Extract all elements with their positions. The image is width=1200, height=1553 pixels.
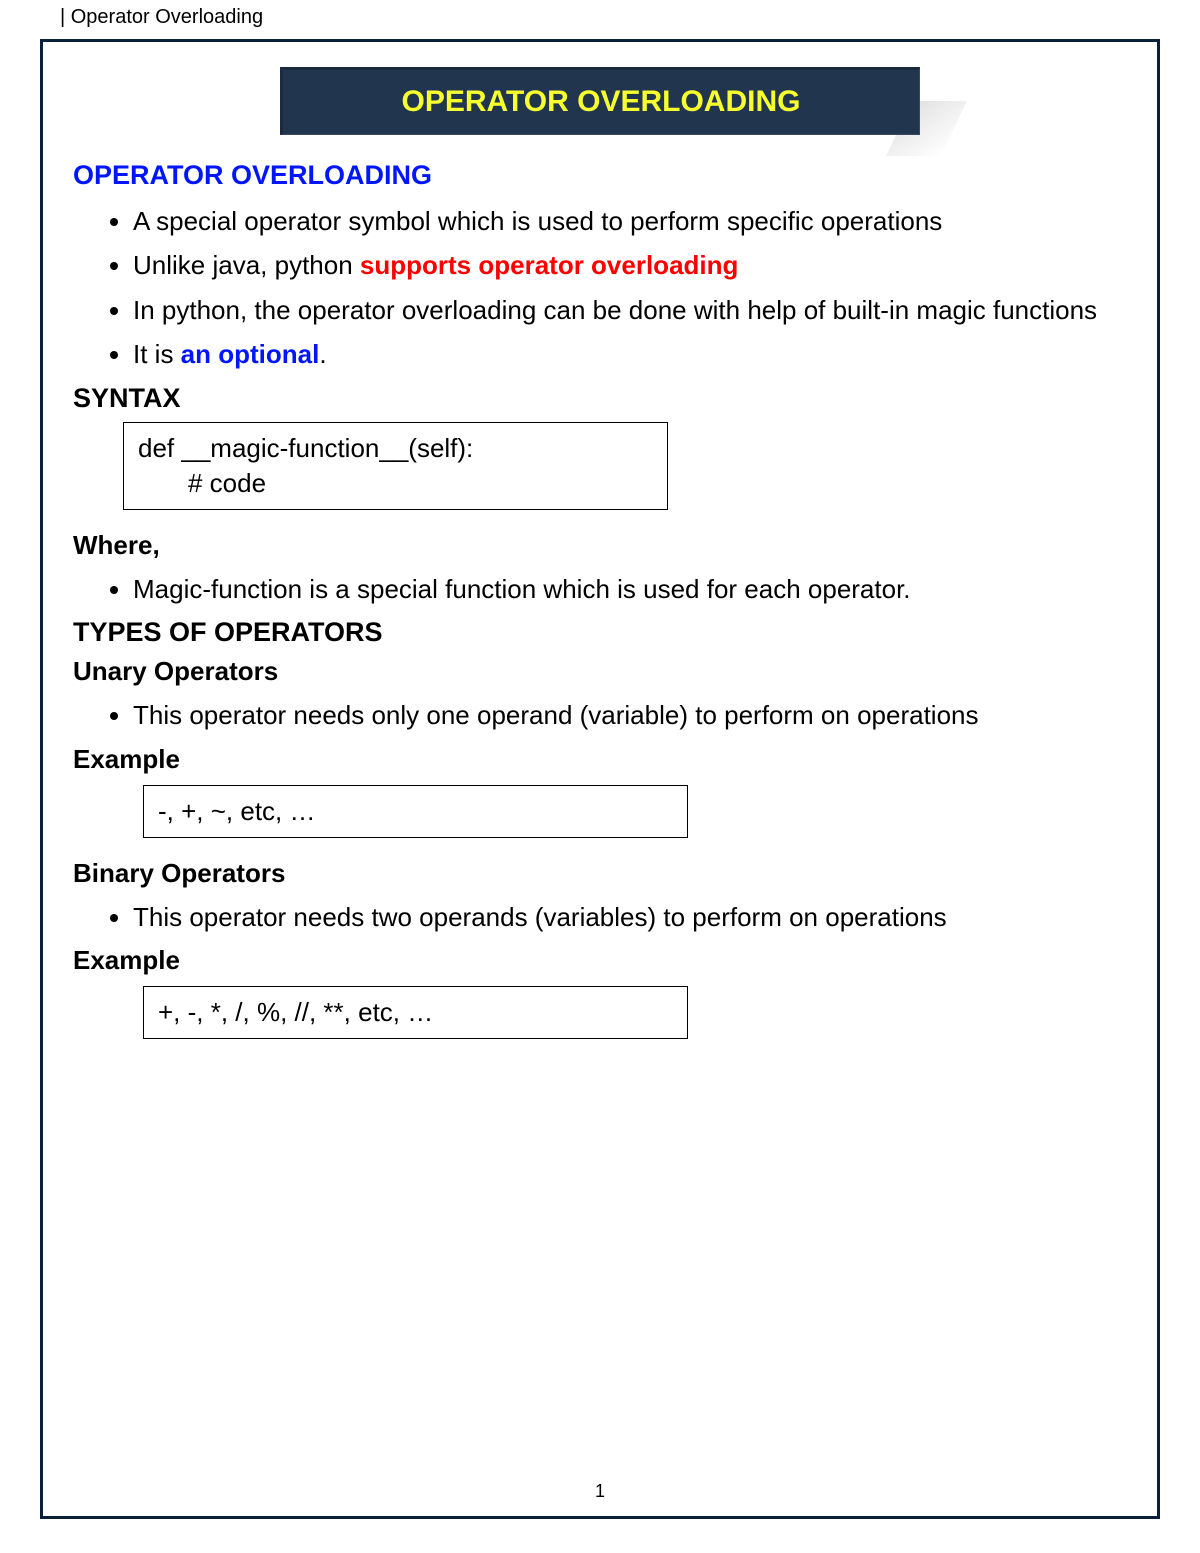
list-item: In python, the operator overloading can … [133, 292, 1127, 328]
bullet-text: . [319, 339, 326, 369]
syntax-code-box: def __magic-function__(self): # code [123, 422, 668, 510]
page-header: | Operator Overloading [0, 0, 1200, 39]
emphasis-blue: an optional [181, 339, 320, 369]
title-banner: OPERATOR OVERLOADING [280, 67, 920, 135]
unary-heading: Unary Operators [73, 656, 1127, 687]
where-heading: Where, [73, 530, 1127, 561]
list-item: Magic-function is a special function whi… [133, 571, 1127, 607]
binary-example-box: +, -, *, /, %, //, **, etc, … [143, 986, 688, 1039]
code-line: def __magic-function__(self): [138, 433, 473, 463]
example-text: -, +, ~, etc, … [158, 796, 316, 826]
where-bullet-list: Magic-function is a special function whi… [73, 571, 1127, 607]
list-item: It is an optional. [133, 336, 1127, 372]
intro-bullet-list: A special operator symbol which is used … [73, 203, 1127, 373]
bullet-text: Magic-function is a special function whi… [133, 574, 911, 604]
list-item: Unlike java, python supports operator ov… [133, 247, 1127, 283]
emphasis-red: supports operator overloading [360, 250, 739, 280]
bullet-text: This operator needs two operands (variab… [133, 902, 947, 932]
bullet-text: A special operator symbol which is used … [133, 206, 942, 236]
list-item: This operator needs only one operand (va… [133, 697, 1127, 733]
code-line: # code [138, 466, 653, 501]
unary-bullet-list: This operator needs only one operand (va… [73, 697, 1127, 733]
bullet-text: In python, the operator overloading can … [133, 295, 1097, 325]
banner-title: OPERATOR OVERLOADING [402, 85, 801, 118]
page-number: 1 [43, 1481, 1157, 1502]
types-heading: TYPES OF OPERATORS [73, 617, 1127, 648]
breadcrumb: | Operator Overloading [60, 6, 263, 28]
example-text: +, -, *, /, %, //, **, etc, … [158, 997, 433, 1027]
list-item: A special operator symbol which is used … [133, 203, 1127, 239]
example-label: Example [73, 744, 1127, 775]
page-frame: OPERATOR OVERLOADING OPERATOR OVERLOADIN… [40, 39, 1160, 1519]
bullet-text: Unlike java, python [133, 250, 360, 280]
syntax-heading: SYNTAX [73, 383, 1127, 414]
section-heading-main: OPERATOR OVERLOADING [73, 160, 1127, 191]
binary-heading: Binary Operators [73, 858, 1127, 889]
bullet-text: It is [133, 339, 181, 369]
binary-bullet-list: This operator needs two operands (variab… [73, 899, 1127, 935]
unary-example-box: -, +, ~, etc, … [143, 785, 688, 838]
example-label: Example [73, 945, 1127, 976]
list-item: This operator needs two operands (variab… [133, 899, 1127, 935]
bullet-text: This operator needs only one operand (va… [133, 700, 979, 730]
